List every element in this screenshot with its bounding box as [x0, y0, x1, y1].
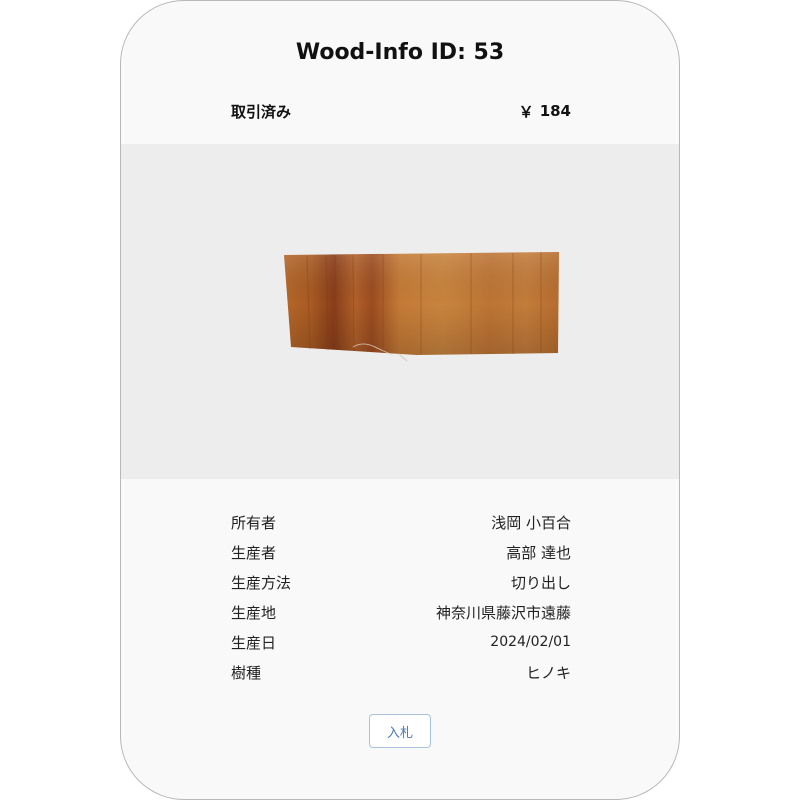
detail-row-date: 生産日 2024/02/01: [231, 627, 571, 657]
detail-label: 生産地: [231, 603, 277, 622]
detail-value: 高部 達也: [506, 543, 571, 562]
detail-value: 2024/02/01: [490, 634, 571, 650]
card-title: Wood-Info ID: 53: [295, 40, 505, 65]
detail-row-producer: 生産者 高部 達也: [231, 537, 571, 567]
wood-info-card: Wood-Info ID: 53 取引済み ￥ 184 所有者 浅岡 小百合 生…: [120, 0, 680, 800]
detail-label: 所有者: [231, 513, 277, 532]
detail-row-owner: 所有者 浅岡 小百合: [231, 507, 571, 537]
detail-value: ヒノキ: [525, 663, 571, 682]
detail-value: 切り出し: [510, 573, 571, 592]
price-value: 184: [539, 102, 571, 120]
wood-slice-photo: [284, 252, 559, 362]
detail-row-species: 樹種 ヒノキ: [231, 657, 571, 687]
detail-value: 神奈川県藤沢市遠藤: [435, 603, 571, 622]
detail-label: 樹種: [231, 663, 262, 682]
detail-label: 生産方法: [231, 573, 292, 592]
detail-label: 生産日: [231, 633, 277, 652]
bid-button[interactable]: 入札: [369, 714, 431, 748]
status-row: 取引済み ￥ 184: [231, 99, 571, 123]
price: ￥ 184: [519, 101, 571, 122]
wood-image-area: [121, 144, 679, 479]
currency-symbol: ￥: [518, 102, 534, 121]
transaction-status: 取引済み: [231, 102, 292, 121]
wood-details-list: 所有者 浅岡 小百合 生産者 高部 達也 生産方法 切り出し 生産地 神奈川県藤…: [231, 507, 571, 687]
detail-value: 浅岡 小百合: [491, 513, 571, 532]
detail-row-method: 生産方法 切り出し: [231, 567, 571, 597]
detail-label: 生産者: [231, 543, 277, 562]
detail-row-location: 生産地 神奈川県藤沢市遠藤: [231, 597, 571, 627]
